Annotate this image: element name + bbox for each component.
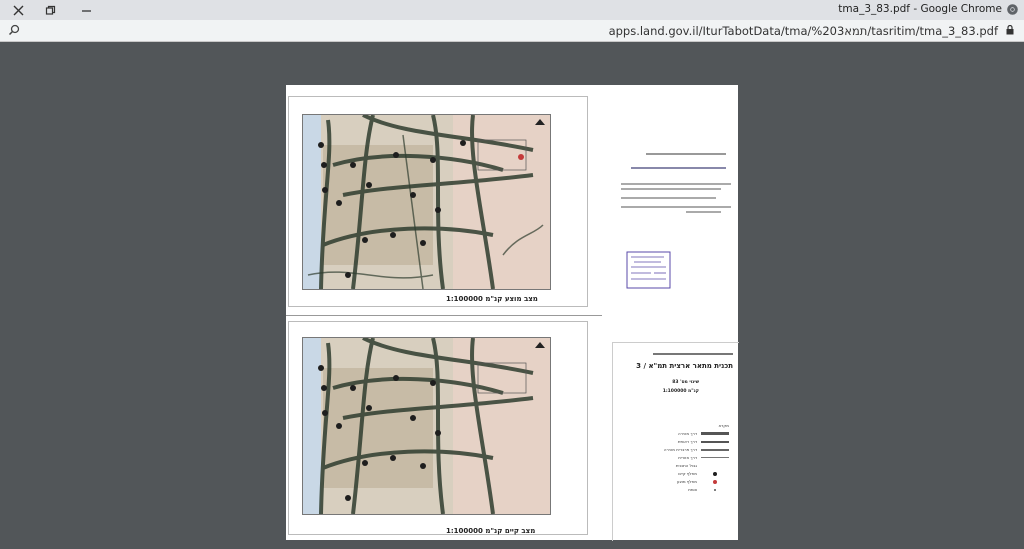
- url-text[interactable]: apps.land.gov.il/IturTabotData/tma/%203ת…: [609, 24, 998, 38]
- address-bar[interactable]: apps.land.gov.il/IturTabotData/tma/%203ת…: [0, 20, 1024, 42]
- legend-item: גבול התכנית: [675, 463, 697, 468]
- text-line: [646, 153, 726, 155]
- pdf-viewer[interactable]: מצב מוצע קנ"מ 1:100000 מצב קיים קנ"מ 1:1…: [0, 42, 1024, 549]
- legend-title: מקרא: [718, 423, 730, 428]
- legend-item: דרך ראשית: [678, 439, 729, 444]
- legend-item: צומת: [688, 487, 729, 492]
- minimize-icon: [81, 9, 91, 12]
- restore-icon: [45, 5, 55, 15]
- lock-icon: [1006, 25, 1014, 35]
- close-icon: [13, 5, 23, 15]
- top-map: [302, 114, 551, 290]
- legend-item: דרך אזורית: [678, 455, 729, 460]
- text-line: [686, 211, 721, 213]
- window-title: tma_3_83.pdf - Google Chrome: [838, 3, 1002, 15]
- search-icon[interactable]: [8, 24, 20, 36]
- plan-subtitle: שינוי מס' 83: [672, 380, 699, 385]
- text-line: [621, 206, 731, 208]
- legend-panel: תכנית מתאר ארצית תמ"א / 3 שינוי מס' 83 ק…: [612, 342, 739, 541]
- text-line: [653, 353, 733, 355]
- text-line: [631, 167, 726, 169]
- text-line: [621, 197, 716, 199]
- plan-title: תכנית מתאר ארצית תמ"א / 3: [636, 362, 733, 370]
- chrome-icon: [1007, 4, 1018, 15]
- approval-stamp: [626, 251, 671, 289]
- bottom-map-caption: מצב קיים קנ"מ 1:100000: [446, 527, 536, 535]
- legend-item: מחלף קיים: [678, 471, 729, 476]
- text-line: [621, 183, 731, 185]
- minimize-window-button[interactable]: [68, 0, 104, 20]
- restore-window-button[interactable]: [32, 0, 68, 20]
- title-bar: tma_3_83.pdf - Google Chrome: [0, 0, 1024, 20]
- bottom-map: [302, 337, 551, 515]
- pdf-page: מצב מוצע קנ"מ 1:100000 מצב קיים קנ"מ 1:1…: [286, 85, 739, 541]
- legend-item: מחלף מוצע: [677, 479, 729, 484]
- divider: [286, 315, 602, 316]
- plan-scale: קנ"מ 1:100000: [662, 389, 699, 394]
- close-window-button[interactable]: [0, 0, 36, 20]
- legend-item: דרך פרברית מהירה: [664, 447, 729, 452]
- text-line: [621, 188, 721, 190]
- top-map-caption: מצב מוצע קנ"מ 1:100000: [446, 295, 538, 303]
- legend-item: דרך מהירה: [678, 431, 729, 436]
